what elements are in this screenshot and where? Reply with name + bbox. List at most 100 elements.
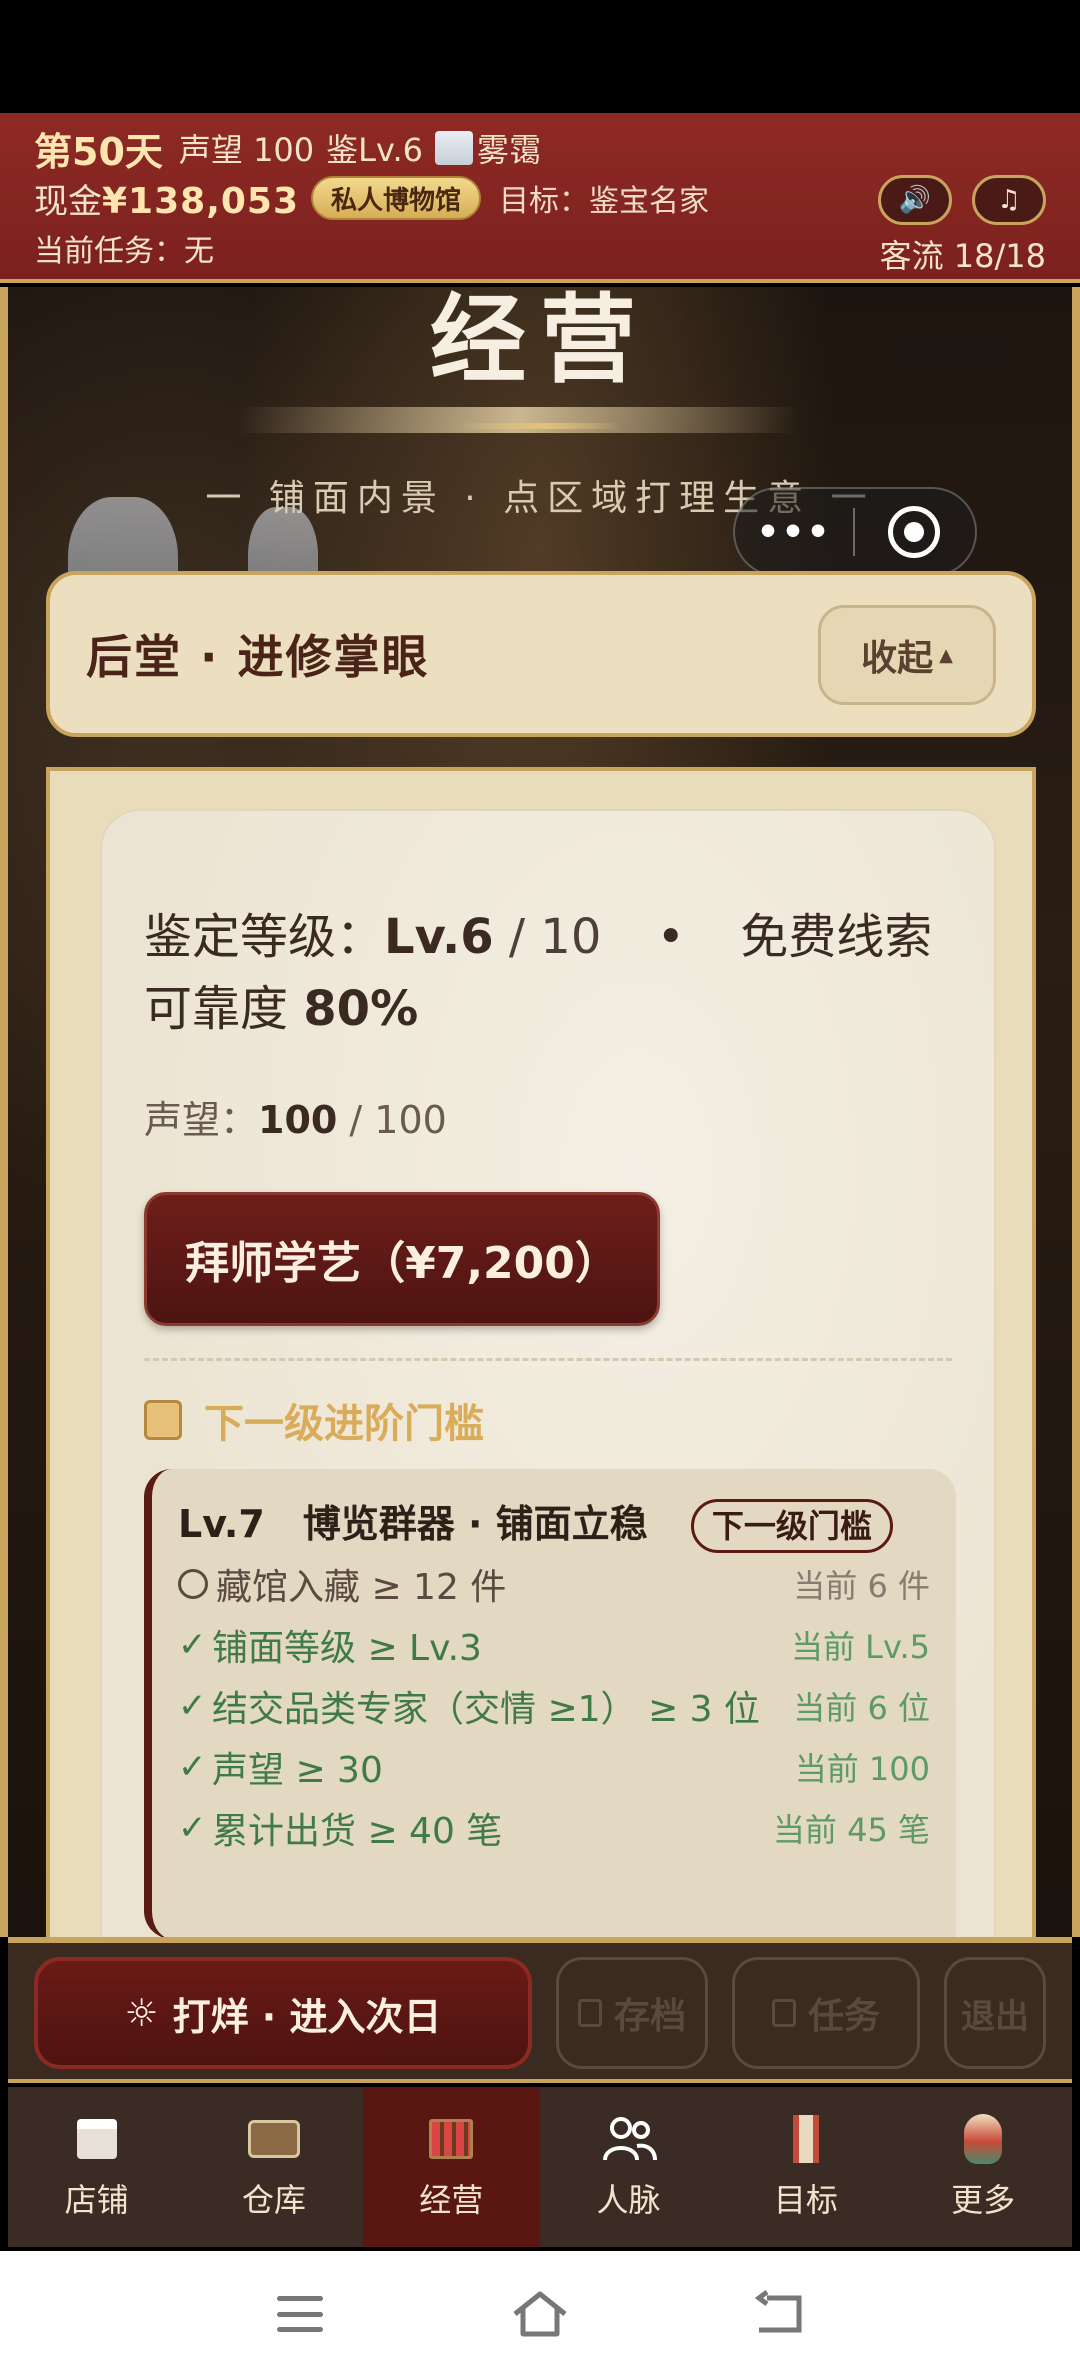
cash-display: 现金¥138,053 (34, 174, 299, 223)
more-dots-button[interactable]: ••• (735, 512, 853, 553)
close-target-button[interactable] (855, 506, 973, 558)
requirement-label: ✓ 结交品类专家（交情 ≥1） ≥ 3 位 (178, 1680, 760, 1732)
page-title: 经营 (430, 287, 650, 396)
tab-label: 目标 (773, 2181, 838, 2219)
level-line: 鉴定等级：Lv.6 / 10 • 免费线索 可靠度 80% (144, 901, 952, 1045)
collapse-label: 收起 (861, 638, 934, 679)
tab-goals[interactable]: 目标 (717, 2087, 894, 2247)
menu-icon[interactable] (270, 2289, 330, 2339)
requirement-label: ✓ 累计出货 ≥ 40 笔 (178, 1802, 502, 1854)
tab-label: 经营 (419, 2181, 484, 2219)
free-clue-label: 免费线索 (740, 909, 933, 965)
more-icon (964, 2114, 1003, 2164)
requirement-label: ✓ 声望 ≥ 30 (178, 1741, 383, 1793)
cash-value: ¥138,053 (102, 180, 300, 222)
goal-label: 目标：鉴宝名家 (499, 184, 710, 219)
requirement-row: 藏馆入藏 ≥ 12 件 当前 6 件 (178, 1553, 930, 1614)
rep-max: / 100 (337, 1098, 447, 1142)
next-day-button[interactable]: ☼ 打烊 · 进入次日 (34, 1957, 532, 2069)
section-header: 后堂 · 进修掌眼 收起 ▲ (46, 571, 1036, 737)
system-navigation-bar (0, 2251, 1080, 2376)
requirement-row: ✓ 结交品类专家（交情 ≥1） ≥ 3 位当前 6 位 (178, 1675, 930, 1736)
speaker-icon: 🔊 (898, 185, 932, 215)
fog-weather-icon (434, 131, 473, 165)
reputation-line: 声望：100 / 100 (144, 1089, 952, 1144)
shop-icon (76, 2119, 117, 2159)
requirement-text: 累计出货 ≥ 40 笔 (212, 1810, 503, 1852)
appraise-level-stat: 鉴Lv.6 (326, 131, 423, 169)
tab-warehouse[interactable]: 仓库 (185, 2087, 362, 2247)
save-icon (577, 1999, 602, 2027)
target-icon (888, 506, 940, 558)
requirement-text: 声望 ≥ 30 (212, 1749, 383, 1791)
home-icon[interactable] (510, 2289, 570, 2339)
day-counter: 第50天 (34, 129, 163, 174)
requirement-text: 结交品类专家（交情 ≥1） ≥ 3 位 (212, 1688, 760, 1730)
save-label: 存档 (613, 1996, 686, 2037)
reliability-label: 可靠度 (144, 981, 304, 1037)
collapse-button[interactable]: 收起 ▲ (818, 605, 996, 705)
rep-label: 声望： (144, 1098, 259, 1142)
check-icon: ✓ (178, 1685, 207, 1726)
people-icon (602, 2117, 657, 2161)
level-label: 鉴定等级： (144, 909, 385, 965)
circle-icon (178, 1568, 208, 1599)
requirement-label: ✓ 铺面等级 ≥ Lv.3 (178, 1619, 482, 1671)
task-icon (771, 1999, 796, 2027)
check-icon: ✓ (178, 1624, 207, 1665)
training-panel: 鉴定等级：Lv.6 / 10 • 免费线索 可靠度 80% 声望：100 / 1… (46, 767, 1036, 1937)
requirement-row: ✓ 累计出货 ≥ 40 笔 当前 45 笔 (178, 1797, 930, 1858)
tab-label: 店铺 (64, 2181, 129, 2219)
music-toggle-button[interactable]: ♫ (972, 175, 1046, 225)
tasks-button[interactable]: 任务 (732, 1957, 920, 2069)
reliability-value: 80% (303, 981, 419, 1037)
threshold-heading: Lv.7 博览群器 · 铺面立稳 下一级门槛 (178, 1495, 930, 1553)
exit-button[interactable]: 退出 (944, 1957, 1046, 2069)
scroll-icon (792, 2115, 819, 2163)
requirement-current: 当前 Lv.5 (791, 1627, 930, 1666)
back-icon[interactable] (750, 2289, 810, 2339)
threshold-box: Lv.7 博览群器 · 铺面立稳 下一级门槛 藏馆入藏 ≥ 12 件 当前 6 件… (144, 1469, 956, 1937)
requirement-row: ✓ 声望 ≥ 30 当前 100 (178, 1736, 930, 1797)
save-button[interactable]: 存档 (556, 1957, 708, 2069)
current-task-label: 当前任务：无 (34, 234, 214, 269)
sound-toggle-button[interactable]: 🔊 (878, 175, 952, 225)
level-max: / 10 (493, 909, 602, 965)
requirement-current: 当前 6 件 (793, 1566, 930, 1605)
shop-scene: 经营 一 铺面内景 · 点区域打理生意 一 ••• 后堂 · 进修掌眼 收起 ▲ … (8, 287, 1072, 1937)
cash-label: 现金 (34, 181, 102, 222)
requirement-current: 当前 6 位 (793, 1688, 930, 1727)
music-note-icon: ♫ (997, 185, 1021, 215)
chevron-up-icon: ▲ (939, 644, 953, 666)
tab-more[interactable]: 更多 (894, 2087, 1071, 2247)
tab-label: 人脉 (596, 2181, 661, 2219)
bottom-tab-bar: 店铺 仓库 经营 人脉 目标 更多 (8, 2087, 1072, 2247)
check-icon: ✓ (178, 1807, 207, 1848)
museum-badge[interactable]: 私人博物馆 (311, 176, 482, 220)
rep-value: 100 (258, 1098, 338, 1142)
shelf-light-decoration (236, 407, 800, 433)
level-value: Lv.6 (384, 909, 494, 965)
customer-traffic: 客流 18/18 (879, 237, 1046, 275)
next-day-label: 打烊 · 进入次日 (172, 1994, 442, 2039)
top-info-bar: 第50天 声望 100 鉴Lv.6 雾霭 现金¥138,053 私人博物馆 目标… (0, 113, 1080, 283)
requirement-current: 当前 100 (794, 1749, 930, 1788)
action-bar: ☼ 打烊 · 进入次日 存档 任务 退出 (8, 1937, 1072, 2083)
requirement-row: ✓ 铺面等级 ≥ Lv.3 当前 Lv.5 (178, 1614, 930, 1675)
requirement-label: 藏馆入藏 ≥ 12 件 (178, 1558, 506, 1610)
requirement-text: 藏馆入藏 ≥ 12 件 (216, 1566, 507, 1608)
threshold-title: Lv.7 博览群器 · 铺面立稳 (178, 1502, 648, 1546)
tab-shop[interactable]: 店铺 (8, 2087, 185, 2247)
dashed-divider (144, 1358, 952, 1361)
sun-icon: ☼ (124, 1991, 159, 2035)
scroll-icon (144, 1400, 182, 1440)
next-level-heading: 下一级进阶门槛 (144, 1391, 952, 1449)
requirement-list: 藏馆入藏 ≥ 12 件当前 6 件 ✓ 铺面等级 ≥ Lv.3 当前 Lv.5 ✓ 结交品… (178, 1553, 930, 1858)
tab-contacts[interactable]: 人脉 (540, 2087, 717, 2247)
tab-label: 更多 (951, 2181, 1016, 2219)
apprentice-button[interactable]: 拜师学艺（¥7,200） (144, 1192, 660, 1326)
abacus-icon (429, 2119, 474, 2159)
tab-operate[interactable]: 经营 (362, 2087, 540, 2247)
section-title: 后堂 · 进修掌眼 (86, 630, 430, 684)
tasks-label: 任务 (807, 1996, 880, 2037)
